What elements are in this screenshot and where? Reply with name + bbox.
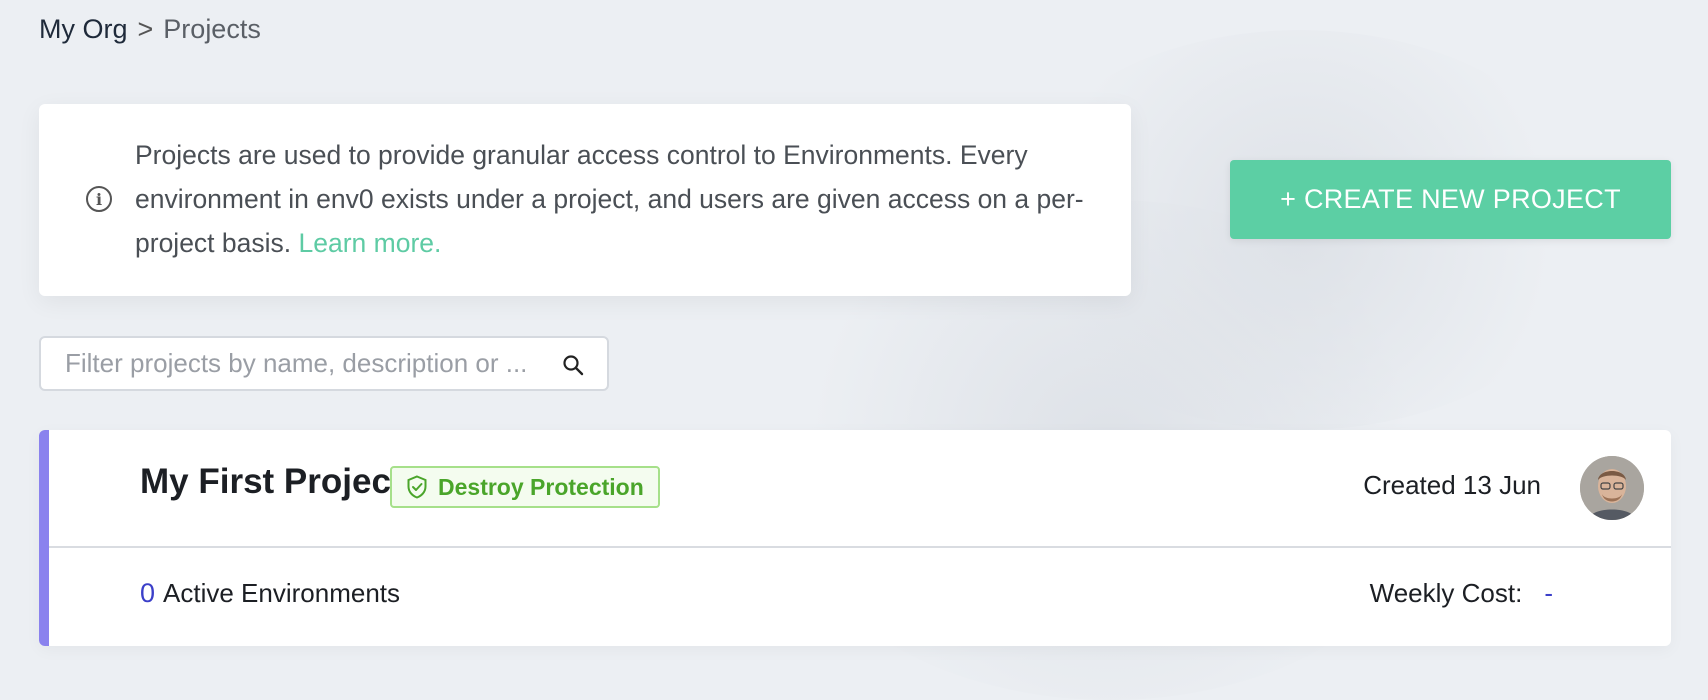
learn-more-link[interactable]: Learn more.	[299, 228, 442, 258]
active-environments: 0 Active Environments	[140, 578, 400, 609]
info-text: Projects are used to provide granular ac…	[135, 133, 1085, 265]
avatar[interactable]	[1580, 456, 1644, 520]
destroy-protection-badge: Destroy Protection	[390, 466, 660, 508]
breadcrumb-separator: >	[137, 14, 154, 44]
search-field[interactable]	[39, 336, 609, 391]
info-icon: i	[86, 186, 112, 212]
active-environments-label: Active Environments	[163, 578, 401, 608]
card-accent-bar	[39, 430, 49, 646]
shield-check-icon	[407, 475, 427, 499]
user-avatar-image	[1580, 456, 1644, 520]
info-description: Projects are used to provide granular ac…	[135, 140, 1084, 258]
badge-label: Destroy Protection	[438, 473, 644, 500]
search-icon[interactable]	[561, 353, 585, 377]
breadcrumb-current: Projects	[163, 14, 261, 44]
created-date: Created 13 Jun	[1363, 470, 1541, 500]
breadcrumb-org[interactable]: My Org	[39, 14, 128, 45]
breadcrumb: My Org > Projects	[39, 14, 261, 45]
card-header: My First Project Destroy Protection Crea…	[49, 430, 1671, 548]
weekly-cost-value: -	[1544, 578, 1553, 608]
project-card[interactable]: My First Project Destroy Protection Crea…	[39, 430, 1671, 646]
create-project-button[interactable]: + CREATE NEW PROJECT	[1230, 160, 1671, 239]
search-input[interactable]	[63, 347, 557, 380]
weekly-cost-label: Weekly Cost:	[1369, 578, 1523, 608]
project-name[interactable]: My First Project	[140, 462, 403, 502]
card-body: 0 Active Environments Weekly Cost: -	[49, 548, 1671, 646]
active-environments-count: 0	[140, 578, 156, 608]
weekly-cost: Weekly Cost: -	[1370, 578, 1553, 609]
